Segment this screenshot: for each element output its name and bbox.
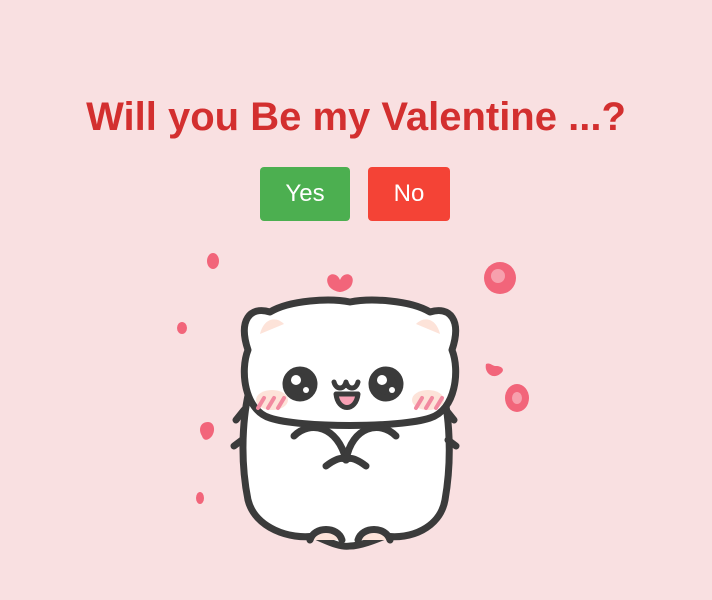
cat-illustration — [160, 240, 560, 560]
question-title: Will you Be my Valentine ...? — [86, 95, 626, 139]
cat-icon — [230, 296, 460, 550]
yes-button[interactable]: Yes — [260, 167, 350, 221]
no-button[interactable]: No — [368, 167, 450, 221]
